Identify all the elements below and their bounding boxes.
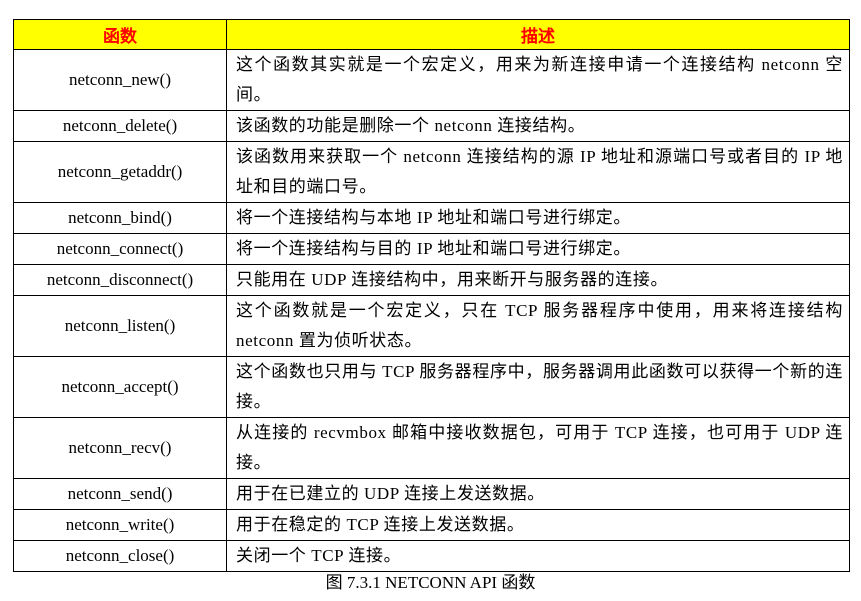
function-name-cell: netconn_disconnect() xyxy=(13,264,227,296)
function-name-cell: netconn_getaddr() xyxy=(13,141,227,203)
function-name-cell: netconn_delete() xyxy=(13,110,227,142)
function-name-cell: netconn_listen() xyxy=(13,295,227,357)
function-name-cell: netconn_connect() xyxy=(13,233,227,265)
description-cell: 从连接的 recvmbox 邮箱中接收数据包，可用于 TCP 连接，也可用于 U… xyxy=(226,417,850,479)
table-row: netconn_write() 用于在稳定的 TCP 连接上发送数据。 xyxy=(13,509,850,541)
description-cell: 用于在稳定的 TCP 连接上发送数据。 xyxy=(226,509,850,541)
function-name-cell: netconn_send() xyxy=(13,478,227,510)
netconn-api-table: 函数 描述 netconn_new() 这个函数其实就是一个宏定义，用来为新连接… xyxy=(13,19,850,572)
header-function: 函数 xyxy=(13,19,227,50)
function-name-cell: netconn_accept() xyxy=(13,356,227,418)
description-cell: 关闭一个 TCP 连接。 xyxy=(226,540,850,572)
figure-caption: 图 7.3.1 NETCONN API 函数 xyxy=(325,573,536,592)
description-cell: 这个函数也只用与 TCP 服务器程序中，服务器调用此函数可以获得一个新的连接。 xyxy=(226,356,850,418)
description-cell: 这个函数就是一个宏定义，只在 TCP 服务器程序中使用，用来将连接结构 netc… xyxy=(226,295,850,357)
table-row: netconn_delete() 该函数的功能是删除一个 netconn 连接结… xyxy=(13,110,850,142)
table-row: netconn_close() 关闭一个 TCP 连接。 xyxy=(13,540,850,572)
function-name-cell: netconn_close() xyxy=(13,540,227,572)
table-row: netconn_recv() 从连接的 recvmbox 邮箱中接收数据包，可用… xyxy=(13,417,850,479)
table-row: netconn_accept() 这个函数也只用与 TCP 服务器程序中，服务器… xyxy=(13,356,850,418)
function-name-cell: netconn_bind() xyxy=(13,202,227,234)
function-name-cell: netconn_new() xyxy=(13,49,227,111)
description-cell: 该函数的功能是删除一个 netconn 连接结构。 xyxy=(226,110,850,142)
table-row: netconn_listen() 这个函数就是一个宏定义，只在 TCP 服务器程… xyxy=(13,295,850,357)
table-row: netconn_getaddr() 该函数用来获取一个 netconn 连接结构… xyxy=(13,141,850,203)
table-header-row: 函数 描述 xyxy=(13,19,850,50)
description-cell: 将一个连接结构与本地 IP 地址和端口号进行绑定。 xyxy=(226,202,850,234)
table-row: netconn_send() 用于在已建立的 UDP 连接上发送数据。 xyxy=(13,478,850,510)
description-cell: 用于在已建立的 UDP 连接上发送数据。 xyxy=(226,478,850,510)
table-row: netconn_connect() 将一个连接结构与目的 IP 地址和端口号进行… xyxy=(13,233,850,265)
description-cell: 这个函数其实就是一个宏定义，用来为新连接申请一个连接结构 netconn 空间。 xyxy=(226,49,850,111)
table-row: netconn_bind() 将一个连接结构与本地 IP 地址和端口号进行绑定。 xyxy=(13,202,850,234)
table-row: netconn_disconnect() 只能用在 UDP 连接结构中，用来断开… xyxy=(13,264,850,296)
description-cell: 该函数用来获取一个 netconn 连接结构的源 IP 地址和源端口号或者目的 … xyxy=(226,141,850,203)
function-name-cell: netconn_recv() xyxy=(13,417,227,479)
table-row: netconn_new() 这个函数其实就是一个宏定义，用来为新连接申请一个连接… xyxy=(13,49,850,111)
description-cell: 只能用在 UDP 连接结构中，用来断开与服务器的连接。 xyxy=(226,264,850,296)
header-description: 描述 xyxy=(226,19,850,50)
description-cell: 将一个连接结构与目的 IP 地址和端口号进行绑定。 xyxy=(226,233,850,265)
function-name-cell: netconn_write() xyxy=(13,509,227,541)
